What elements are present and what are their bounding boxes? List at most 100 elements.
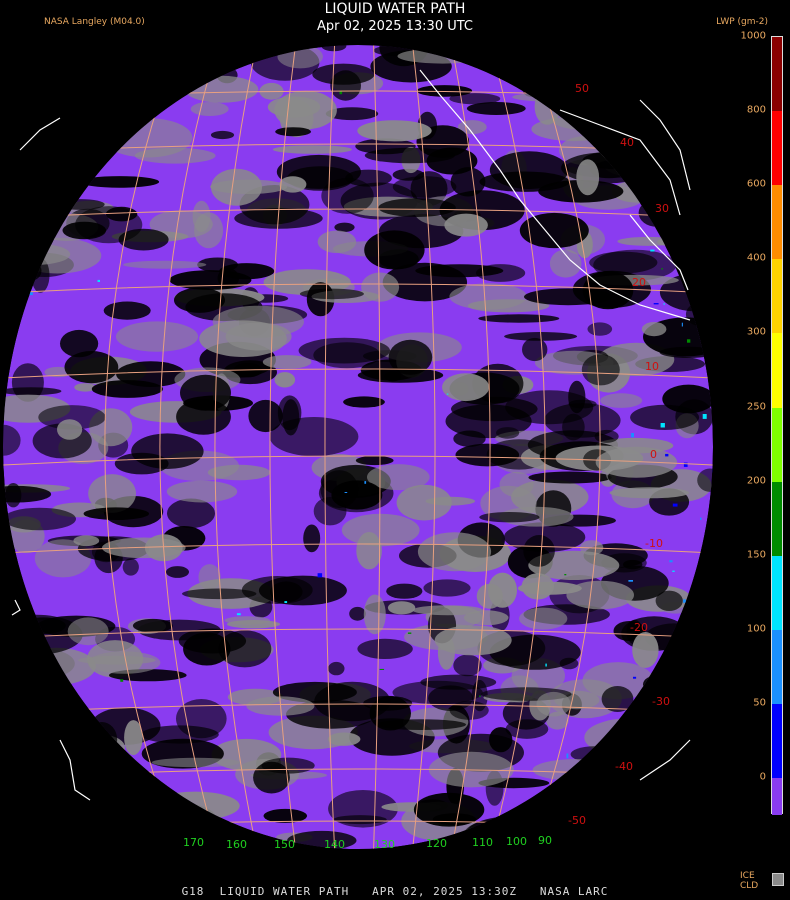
cloud-patch: [442, 373, 490, 402]
cloud-patch: [24, 105, 67, 134]
cloud-patch: [690, 200, 708, 216]
longitude-label: 160: [226, 838, 247, 851]
source-label: NASA Langley (M04.0): [44, 17, 145, 27]
cloud-patch: [28, 116, 100, 147]
cloud-patch: [64, 70, 95, 89]
coastline: [639, 99, 691, 191]
cloud-patch: [519, 212, 589, 249]
cloud-patch: [349, 606, 366, 621]
lwp-speck: [665, 453, 669, 457]
cloud-patch: [412, 605, 483, 616]
lwp-speck: [669, 560, 673, 563]
lwp-speck: [674, 52, 678, 56]
legend-tick-label: 150: [746, 549, 766, 561]
longitude-label: 90: [538, 834, 552, 847]
lwp-speck: [29, 292, 33, 296]
cloud-patch: [694, 116, 713, 147]
cloud-patch: [3, 58, 42, 98]
cloud-patch: [274, 372, 296, 388]
cloud-patch: [105, 93, 143, 123]
legend-tick-label: 300: [746, 326, 766, 338]
legend-color-segment: [772, 259, 782, 334]
legend-color-segment: [772, 629, 782, 705]
cloud-patch: [682, 189, 713, 226]
cloud-patch: [23, 782, 99, 799]
cloud-patch: [600, 773, 642, 803]
coastline: [59, 739, 91, 801]
lwp-speck: [364, 481, 367, 484]
cloud-patch: [80, 176, 160, 188]
cloud-patch: [28, 89, 108, 107]
legend-color-segment: [772, 555, 782, 631]
cloud-patch: [162, 45, 240, 70]
cloud-patch: [363, 594, 386, 635]
cloud-patch: [655, 590, 683, 611]
lwp-speck: [702, 570, 705, 576]
cloud-patch: [83, 783, 139, 796]
lwp-speck: [10, 789, 14, 795]
lwp-speck: [12, 96, 17, 101]
cloud-patch: [361, 272, 400, 302]
cloud-patch: [576, 159, 600, 196]
lwp-speck: [317, 573, 323, 578]
cloud-patch: [522, 337, 548, 362]
cloud-patch: [182, 588, 257, 600]
lwp-speck: [709, 774, 713, 777]
cloud-patch: [56, 199, 105, 210]
lwp-speck: [683, 599, 686, 603]
cloud-patch: [496, 427, 520, 439]
cloud-patch: [355, 455, 394, 466]
cloud-patch: [267, 96, 321, 118]
cloud-patch: [279, 176, 307, 193]
cloud-patch: [562, 413, 585, 441]
cloud-patch: [3, 243, 71, 265]
legend-color-segment: [772, 481, 782, 557]
lwp-speck: [653, 303, 659, 305]
cloud-patch: [86, 722, 118, 758]
cloud-patch: [282, 399, 300, 436]
satellite-disk-map[interactable]: 50403020100-10-20-30-40-50 170 160 150 140 1…: [0, 0, 790, 900]
cloud-patch: [643, 675, 673, 694]
cloud-patch: [194, 212, 224, 249]
lwp-speck: [407, 632, 412, 634]
legend-tick-label: 100: [746, 623, 766, 635]
latitude-label: -30: [652, 695, 670, 708]
cloud-patch: [39, 70, 121, 79]
cloud-patch: [698, 195, 713, 220]
cloud-patch: [466, 102, 526, 115]
legend-color-segment: [772, 111, 782, 186]
cloud-patch: [150, 791, 240, 820]
legend-color-segment: [772, 333, 782, 408]
cloud-patch: [57, 419, 83, 440]
coastline: [639, 739, 691, 781]
legend-tick-label: 400: [746, 252, 766, 264]
cloud-patch: [26, 57, 75, 73]
cloud-patch: [132, 58, 161, 84]
cloud-patch: [450, 45, 531, 61]
lwp-speck: [648, 781, 652, 783]
legend-tick-label: 1000: [740, 30, 766, 42]
legend-tick-label: 50: [753, 697, 766, 709]
cloud-patch: [83, 507, 149, 520]
cloud-patch: [3, 777, 22, 793]
cloud-patch: [258, 575, 347, 606]
cloud-patch: [479, 171, 570, 192]
cloud-patch: [614, 722, 687, 742]
lwp-speck: [672, 570, 675, 572]
cloud-patch: [32, 51, 93, 72]
latitude-label: 40: [620, 136, 634, 149]
lwp-green-patch: [115, 806, 205, 834]
lwp-speck: [702, 414, 707, 419]
cloud-patch: [609, 487, 690, 499]
cloud-patch: [455, 443, 520, 467]
legend-tick-label: 800: [746, 104, 766, 116]
cloud-patch: [321, 45, 347, 52]
cloud-patch: [262, 355, 312, 369]
cloud-patch: [330, 70, 361, 101]
cloud-patch: [224, 616, 270, 625]
cloud-patch: [75, 134, 123, 144]
cloud-patch: [166, 480, 238, 503]
lwp-speck: [663, 303, 665, 305]
lwp-speck: [236, 613, 241, 616]
lwp-speck: [661, 268, 663, 270]
